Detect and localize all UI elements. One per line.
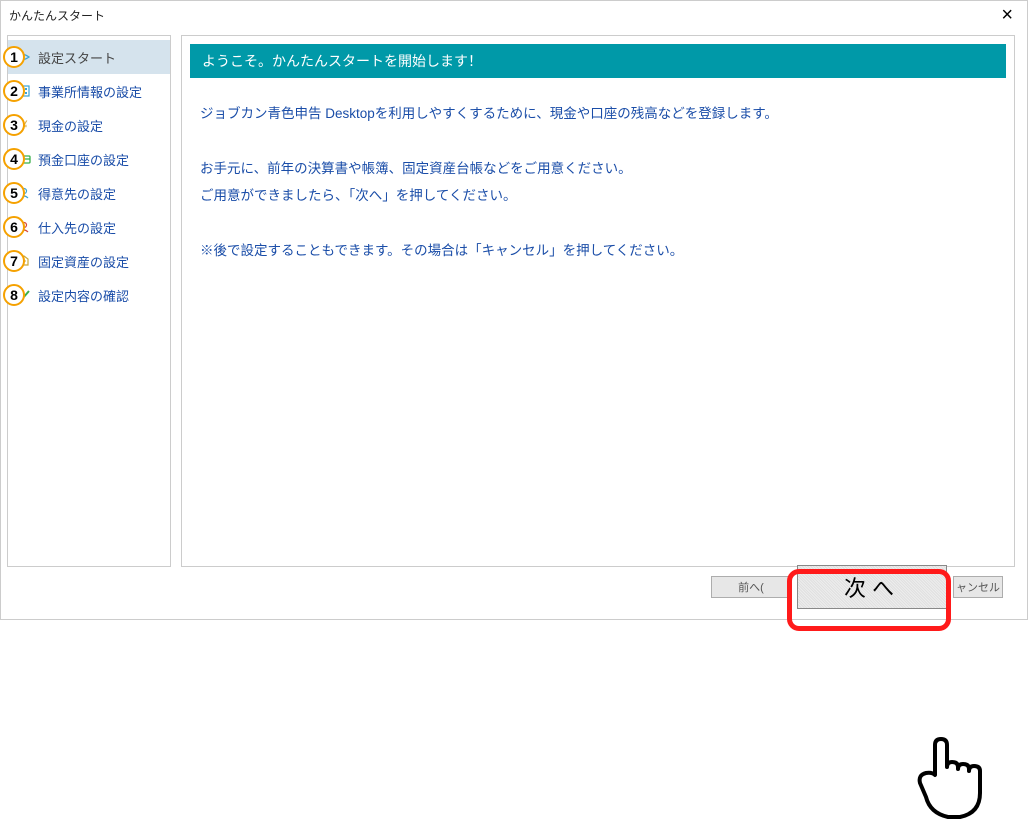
step-badges: 1 2 3 4 5 6 7 8 <box>3 46 25 318</box>
sidebar-item-label: 現金の設定 <box>38 116 103 135</box>
content-para1: ジョブカン青色申告 Desktopを利用しやすくするために、現金や口座の残高など… <box>200 100 996 127</box>
sidebar-item-supplier[interactable]: 仕入先の設定 <box>8 210 170 244</box>
sidebar-item-label: 仕入先の設定 <box>38 218 116 237</box>
sidebar-item-start[interactable]: 設定スタート <box>8 40 170 74</box>
sidebar-item-label: 固定資産の設定 <box>38 252 129 271</box>
hand-pointer-icon <box>910 727 1000 832</box>
sidebar-item-confirm[interactable]: 設定内容の確認 <box>8 278 170 312</box>
step-badge-2: 2 <box>3 80 25 102</box>
titlebar: かんたんスタート × <box>1 1 1027 29</box>
step-badge-7: 7 <box>3 250 25 272</box>
step-badge-4: 4 <box>3 148 25 170</box>
step-badge-5: 5 <box>3 182 25 204</box>
sidebar-item-cash[interactable]: ¥ 現金の設定 <box>8 108 170 142</box>
close-button[interactable]: × <box>995 5 1019 25</box>
button-area: 前へ( 次へ ャンセル <box>711 565 1003 609</box>
step-badge-6: 6 <box>3 216 25 238</box>
sidebar-item-label: 得意先の設定 <box>38 184 116 203</box>
content-para3: ※後で設定することもできます。その場合は「キャンセル」を押してください。 <box>200 237 996 264</box>
next-button[interactable]: 次へ <box>797 565 947 609</box>
sidebar: 設定スタート 事業所情報の設定 ¥ 現金の設定 預金口座の設定 <box>7 35 171 567</box>
sidebar-item-asset[interactable]: 固定資産の設定 <box>8 244 170 278</box>
sidebar-item-business[interactable]: 事業所情報の設定 <box>8 74 170 108</box>
sidebar-item-label: 設定スタート <box>38 48 116 67</box>
content-header: ようこそ。かんたんスタートを開始します！ <box>190 44 1006 78</box>
sidebar-item-account[interactable]: 預金口座の設定 <box>8 142 170 176</box>
wizard-window: かんたんスタート × 設定スタート 事業所情報の設定 ¥ 現金の設定 <box>0 0 1028 620</box>
content-panel: ようこそ。かんたんスタートを開始します！ ジョブカン青色申告 Desktopを利… <box>181 35 1015 567</box>
sidebar-item-label: 事業所情報の設定 <box>38 82 142 101</box>
back-button[interactable]: 前へ( <box>711 576 791 598</box>
sidebar-item-customer[interactable]: 得意先の設定 <box>8 176 170 210</box>
cancel-button[interactable]: ャンセル <box>953 576 1003 598</box>
window-title: かんたんスタート <box>9 7 105 24</box>
body-area: 設定スタート 事業所情報の設定 ¥ 現金の設定 預金口座の設定 <box>1 29 1027 567</box>
sidebar-item-label: 設定内容の確認 <box>38 286 129 305</box>
step-badge-3: 3 <box>3 114 25 136</box>
sidebar-item-label: 預金口座の設定 <box>38 150 129 169</box>
step-badge-8: 8 <box>3 284 25 306</box>
content-body: ジョブカン青色申告 Desktopを利用しやすくするために、現金や口座の残高など… <box>190 78 1006 286</box>
content-para2: お手元に、前年の決算書や帳簿、固定資産台帳などをご用意ください。 ご用意ができま… <box>200 155 996 209</box>
step-badge-1: 1 <box>3 46 25 68</box>
